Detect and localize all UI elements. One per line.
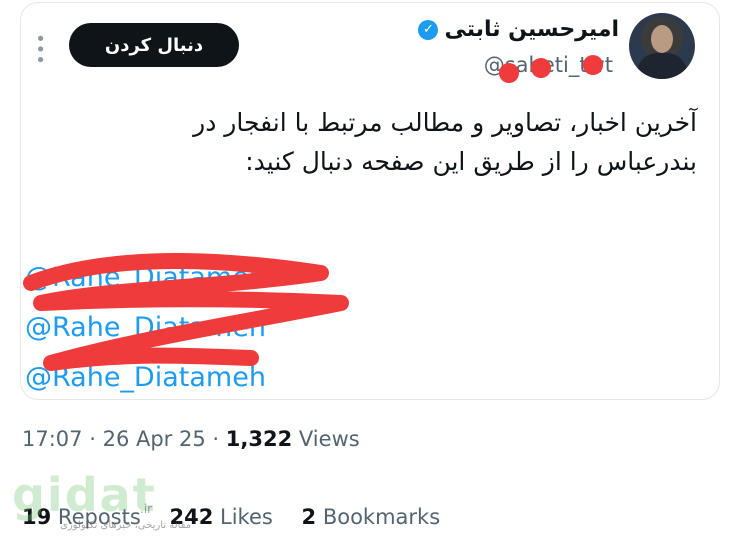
avatar-suit [637, 53, 687, 79]
watermark-tagline: مقاله تاریخی، خبرهای تکنولوژی [60, 520, 192, 531]
author-name[interactable]: امیرحسین ثابتی [444, 17, 619, 42]
tweet-meta: 17:07 · 26 Apr 25 · 1,322 Views [22, 427, 360, 451]
author-name-row[interactable]: امیرحسین ثابتی ✓ [418, 17, 619, 42]
tweet-text-line: بندرعباس را از طریق این صفحه دنبال کنید: [245, 147, 697, 176]
verified-badge-icon: ✓ [418, 19, 439, 40]
bookmarks-count: 2 [301, 505, 317, 529]
follow-button[interactable]: دنبال کردن [69, 23, 239, 67]
embedded-tweet-card[interactable]: ••• دنبال کردن امیرحسین ثابتی ✓ @sabeti_… [20, 2, 720, 400]
bookmarks-stat[interactable]: 2 Bookmarks [302, 505, 441, 529]
tweet-time[interactable]: 17:07 [22, 427, 83, 451]
views-label: Views [298, 427, 360, 451]
avatar-face [651, 25, 673, 53]
tweet-text-line: آخرین اخبار، تصاویر و مطالب مرتبط با انف… [193, 108, 697, 137]
likes-label: Likes [220, 505, 273, 529]
watermark-tld: .ir [140, 502, 153, 516]
redaction-dot [531, 58, 551, 78]
separator: · [212, 427, 220, 451]
more-options-icon[interactable]: ••• [29, 33, 50, 65]
views-count: 1,322 [225, 427, 293, 451]
tweet-text: آخرین اخبار، تصاویر و مطالب مرتبط با انف… [57, 103, 697, 181]
redaction-dot [499, 63, 519, 83]
separator: · [89, 427, 96, 451]
watermark-logo: gidat [12, 468, 157, 522]
red-scribble-redaction [23, 253, 349, 371]
redaction-dot [583, 55, 603, 75]
bookmarks-label: Bookmarks [322, 505, 441, 529]
avatar[interactable] [629, 13, 695, 79]
tweet-date[interactable]: 26 Apr 25 [103, 427, 206, 451]
